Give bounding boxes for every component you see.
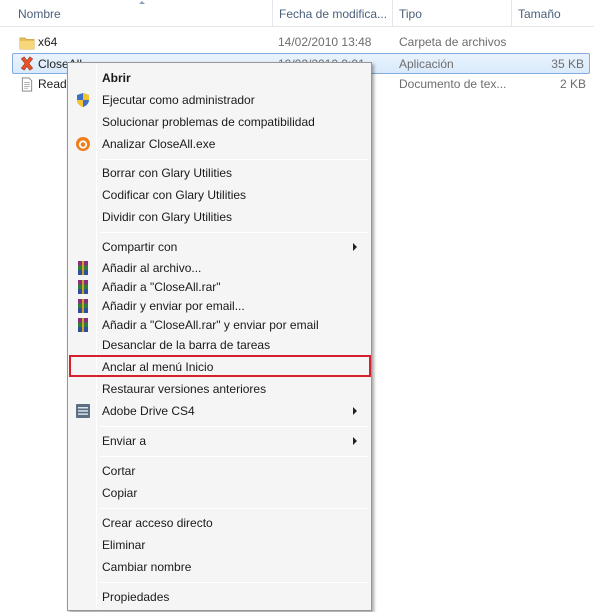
file-size: 35 KB bbox=[551, 57, 584, 71]
adobe-drive-icon bbox=[76, 404, 90, 418]
menu-item-create-shortcut[interactable]: Crear acceso directo bbox=[70, 512, 369, 534]
avast-icon bbox=[76, 137, 90, 151]
menu-separator bbox=[100, 582, 368, 583]
menu-item-copy[interactable]: Copiar bbox=[70, 482, 369, 504]
column-type-header[interactable]: Tipo bbox=[393, 0, 511, 27]
context-menu: Abrir Ejecutar como administrador Soluci… bbox=[67, 62, 372, 611]
menu-item-label: Ejecutar como administrador bbox=[102, 93, 255, 107]
menu-item-troubleshoot[interactable]: Solucionar problemas de compatibilidad bbox=[70, 111, 369, 133]
file-explorer-window: Nombre Fecha de modifica... Tipo Tamaño … bbox=[0, 0, 594, 612]
file-type: Documento de tex... bbox=[399, 77, 507, 91]
column-size-header[interactable]: Tamaño bbox=[512, 0, 594, 27]
submenu-arrow-icon bbox=[353, 407, 357, 415]
menu-separator bbox=[100, 456, 368, 457]
file-type: Carpeta de archivos bbox=[399, 35, 507, 49]
menu-item-glary-encrypt[interactable]: Codificar con Glary Utilities bbox=[70, 184, 369, 206]
menu-item-label: Cambiar nombre bbox=[102, 560, 192, 574]
menu-item-rename[interactable]: Cambiar nombre bbox=[70, 556, 369, 578]
menu-item-label: Compartir con bbox=[102, 240, 178, 254]
winrar-icon bbox=[78, 318, 88, 332]
menu-item-label: Abrir bbox=[102, 71, 131, 85]
file-row[interactable]: x64 14/02/2010 13:48 Carpeta de archivos bbox=[12, 32, 594, 53]
menu-separator bbox=[100, 159, 368, 160]
menu-item-label: Solucionar problemas de compatibilidad bbox=[102, 115, 315, 129]
menu-item-label: Copiar bbox=[102, 486, 138, 500]
menu-item-label: Borrar con Glary Utilities bbox=[102, 166, 233, 180]
column-name-header[interactable]: Nombre bbox=[12, 0, 272, 27]
menu-item-label: Restaurar versiones anteriores bbox=[102, 382, 267, 396]
file-size: 2 KB bbox=[559, 77, 586, 91]
menu-item-analyze[interactable]: Analizar CloseAll.exe bbox=[70, 133, 369, 155]
menu-item-delete[interactable]: Eliminar bbox=[70, 534, 369, 556]
menu-item-cut[interactable]: Cortar bbox=[70, 460, 369, 482]
menu-item-label: Cortar bbox=[102, 464, 136, 478]
menu-item-send-to[interactable]: Enviar a bbox=[70, 430, 369, 452]
winrar-icon bbox=[78, 261, 88, 275]
column-header: Nombre Fecha de modifica... Tipo Tamaño bbox=[0, 0, 594, 27]
menu-item-label: Codificar con Glary Utilities bbox=[102, 188, 247, 202]
menu-separator bbox=[100, 508, 368, 509]
closeall-app-icon bbox=[20, 56, 34, 71]
menu-item-add-rar-email[interactable]: Añadir a "CloseAll.rar" y enviar por ema… bbox=[70, 314, 369, 336]
menu-item-label: Adobe Drive CS4 bbox=[102, 404, 195, 418]
winrar-icon bbox=[78, 280, 88, 294]
menu-item-unpin-taskbar[interactable]: Desanclar de la barra de tareas bbox=[70, 334, 369, 356]
menu-item-properties[interactable]: Propiedades bbox=[70, 586, 369, 608]
menu-item-open[interactable]: Abrir bbox=[70, 67, 369, 89]
file-type: Aplicación bbox=[399, 57, 454, 71]
menu-item-label: Propiedades bbox=[102, 590, 170, 604]
submenu-arrow-icon bbox=[353, 243, 357, 251]
menu-item-run-as-admin[interactable]: Ejecutar como administrador bbox=[70, 89, 369, 111]
menu-item-restore-versions[interactable]: Restaurar versiones anteriores bbox=[70, 378, 369, 400]
file-name: x64 bbox=[38, 35, 58, 49]
text-document-icon bbox=[21, 77, 33, 92]
folder-icon bbox=[19, 37, 35, 50]
menu-item-glary-split[interactable]: Dividir con Glary Utilities bbox=[70, 206, 369, 228]
menu-item-share-with[interactable]: Compartir con bbox=[70, 236, 369, 258]
file-date: 14/02/2010 13:48 bbox=[278, 35, 372, 49]
menu-item-label: Eliminar bbox=[102, 538, 146, 552]
menu-item-label: Enviar a bbox=[102, 434, 147, 448]
uac-shield-icon bbox=[77, 93, 89, 107]
winrar-icon bbox=[78, 299, 88, 313]
column-date-header[interactable]: Fecha de modifica... bbox=[273, 0, 392, 27]
menu-item-label: Crear acceso directo bbox=[102, 516, 213, 530]
highlight-annotation-box bbox=[69, 355, 371, 377]
menu-separator bbox=[100, 426, 368, 427]
menu-item-label: Analizar CloseAll.exe bbox=[102, 137, 216, 151]
menu-item-glary-delete[interactable]: Borrar con Glary Utilities bbox=[70, 162, 369, 184]
menu-item-label: Añadir a "CloseAll.rar" y enviar por ema… bbox=[102, 318, 319, 332]
menu-item-label: Dividir con Glary Utilities bbox=[102, 210, 233, 224]
menu-item-label: Desanclar de la barra de tareas bbox=[102, 338, 271, 352]
submenu-arrow-icon bbox=[353, 437, 357, 445]
menu-item-adobe-drive[interactable]: Adobe Drive CS4 bbox=[70, 400, 369, 422]
menu-separator bbox=[100, 232, 368, 233]
